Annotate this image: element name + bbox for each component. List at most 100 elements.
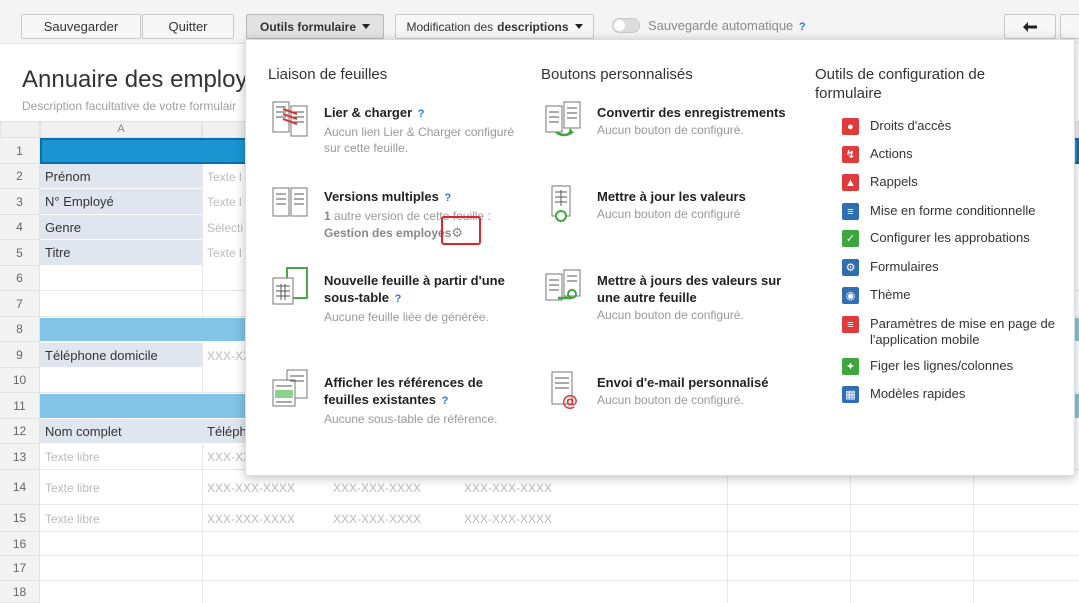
- reminders-link[interactable]: ▲ Rappels: [842, 174, 1062, 191]
- input-placeholder[interactable]: Texte l: [207, 246, 242, 260]
- item-subtitle: Aucun bouton de configuré.: [597, 123, 744, 137]
- row-number[interactable]: 11: [0, 393, 40, 419]
- convert-records-item[interactable]: Convertir des enregistrements Aucun bout…: [545, 101, 792, 138]
- section-heading-custom-buttons: Boutons personnalisés: [541, 66, 693, 83]
- save-label: Sauvegarder: [43, 19, 119, 34]
- help-icon[interactable]: ?: [445, 192, 452, 204]
- form-description[interactable]: Description facultative de votre formula…: [22, 99, 236, 113]
- config-label: Droits d'accès: [870, 118, 952, 133]
- column-header-telephone[interactable]: Téléph: [202, 419, 247, 444]
- theme-link[interactable]: ◉ Thème: [842, 287, 1062, 304]
- row-number[interactable]: 13: [0, 444, 40, 470]
- update-values-other-sheet-item[interactable]: Mettre à jours des valeurs sur une autre…: [545, 269, 792, 323]
- item-title: Envoi d'e-mail personnalisé: [597, 375, 769, 390]
- calculator-icon: ▦: [842, 386, 859, 403]
- row-number[interactable]: 2: [0, 164, 40, 189]
- row-number[interactable]: 8: [0, 317, 40, 342]
- cell-placeholder[interactable]: XXX-XXX-XXXX: [464, 481, 552, 495]
- show-references-item[interactable]: Afficher les références de feuilles exis…: [272, 369, 519, 427]
- field-label-titre[interactable]: Titre: [40, 240, 202, 266]
- column-header-a[interactable]: A: [40, 121, 202, 138]
- arrow-left-icon: [1023, 21, 1037, 32]
- row-number[interactable]: 12: [0, 419, 40, 444]
- cell-placeholder[interactable]: XXX-XXX-XXXX: [333, 481, 421, 495]
- custom-email-icon: @: [551, 371, 578, 410]
- field-label-prenom[interactable]: Prénom: [40, 164, 202, 189]
- custom-email-item[interactable]: @ Envoi d'e-mail personnalisé Aucun bout…: [551, 371, 792, 410]
- help-icon[interactable]: ?: [442, 395, 449, 407]
- quit-button[interactable]: Quitter: [142, 14, 234, 39]
- config-label: Paramètres de mise en page de l'applicat…: [870, 316, 1055, 347]
- edit-prefix-label: Modification des: [406, 19, 494, 34]
- help-icon[interactable]: ?: [418, 108, 425, 120]
- access-rights-link[interactable]: ● Droits d'accès: [842, 118, 1062, 135]
- approvals-link[interactable]: ✓ Configurer les approbations: [842, 230, 1062, 247]
- form-tools-menu-button[interactable]: Outils formulaire: [246, 14, 384, 39]
- autosave-text: Sauvegarde automatique: [648, 18, 794, 33]
- cell-placeholder[interactable]: XXX-XXX-XXXX: [207, 481, 295, 495]
- row-number[interactable]: 3: [0, 189, 40, 215]
- toolbar: Sauvegarder Quitter Outils formulaire Mo…: [0, 0, 1079, 44]
- config-label: Modèles rapides: [870, 386, 966, 401]
- actions-link[interactable]: ↯ Actions: [842, 146, 1062, 163]
- edit-descriptions-button[interactable]: Modification des descriptions: [395, 14, 594, 39]
- cell-placeholder[interactable]: Texte libre: [45, 450, 100, 464]
- row-number[interactable]: 4: [0, 215, 40, 240]
- section-heading-config-tools: Outils de configuration de formulaire: [815, 66, 986, 102]
- freeze-rows-columns-link[interactable]: ✦ Figer les lignes/colonnes: [842, 358, 1062, 375]
- form-title[interactable]: Annuaire des employé: [22, 66, 261, 94]
- cell-placeholder[interactable]: Texte libre: [45, 512, 100, 526]
- conditional-formatting-link[interactable]: ≡ Mise en forme conditionnelle: [842, 203, 1062, 220]
- corner-cell: [0, 121, 40, 138]
- config-label: Rappels: [870, 174, 918, 189]
- back-button[interactable]: [1004, 14, 1056, 39]
- select-placeholder[interactable]: Sélecti: [207, 221, 243, 235]
- quick-templates-link[interactable]: ▦ Modèles rapides: [842, 386, 1062, 403]
- cell-placeholder[interactable]: Texte libre: [45, 481, 100, 495]
- new-sheet-from-subtable-item[interactable]: Nouvelle feuille à partir d'une sous-tab…: [272, 267, 519, 325]
- cell-placeholder[interactable]: XXX-XXX-XXXX: [464, 512, 552, 526]
- link-and-load-item[interactable]: Lier & charger ? Aucun lien Lier & Charg…: [272, 101, 519, 156]
- row-number[interactable]: 16: [0, 532, 40, 556]
- config-label: Configurer les approbations: [870, 230, 1030, 245]
- input-placeholder[interactable]: Texte l: [207, 170, 242, 184]
- version-link[interactable]: Gestion des employés: [324, 226, 451, 240]
- cell-placeholder[interactable]: XXX-XXX-XXXX: [207, 512, 295, 526]
- item-title: Mettre à jour les valeurs: [597, 189, 746, 204]
- users-icon: ●: [842, 118, 859, 135]
- item-subtitle: Aucune feuille liée de générée.: [324, 310, 489, 324]
- row-number[interactable]: 18: [0, 581, 40, 603]
- row-number[interactable]: 10: [0, 368, 40, 393]
- row-number[interactable]: 7: [0, 291, 40, 317]
- help-icon[interactable]: ?: [395, 293, 402, 305]
- row-number[interactable]: 17: [0, 556, 40, 581]
- update-other-sheet-icon: [545, 269, 581, 301]
- convert-records-icon: [545, 101, 581, 137]
- bell-icon: ▲: [842, 174, 859, 191]
- autosave-help-icon[interactable]: ?: [799, 21, 806, 33]
- field-label-tel-domicile[interactable]: Téléphone domicile: [40, 343, 202, 368]
- row-number[interactable]: 15: [0, 505, 40, 532]
- mobile-layout-link[interactable]: ≡ Paramètres de mise en page de l'applica…: [842, 316, 1062, 348]
- update-values-item[interactable]: Mettre à jour les valeurs Aucun bouton d…: [551, 185, 792, 222]
- config-label: Figer les lignes/colonnes: [870, 358, 1014, 373]
- row-number[interactable]: 1: [0, 138, 40, 164]
- forms-link[interactable]: ⚙ Formulaires: [842, 259, 1062, 276]
- row-number[interactable]: 9: [0, 342, 40, 368]
- field-label-numero[interactable]: N° Employé: [40, 189, 202, 215]
- row-number[interactable]: 14: [0, 470, 40, 505]
- version-count: 1: [324, 209, 331, 223]
- cell-placeholder[interactable]: XXX-XXX-XXXX: [333, 512, 421, 526]
- item-subtitle: Aucun lien Lier & Charger configuré sur …: [324, 125, 515, 155]
- column-header-nom-complet[interactable]: Nom complet: [40, 419, 202, 444]
- input-placeholder[interactable]: Texte l: [207, 195, 242, 209]
- field-label-genre[interactable]: Genre: [40, 215, 202, 240]
- row-number[interactable]: 5: [0, 240, 40, 266]
- row-line: [40, 556, 1079, 581]
- row-number[interactable]: 6: [0, 266, 40, 291]
- config-label: Thème: [870, 287, 911, 302]
- multiple-versions-item[interactable]: Versions multiples ? 1 autre version de …: [272, 187, 519, 241]
- next-button[interactable]: [1060, 14, 1079, 39]
- save-button[interactable]: Sauvegarder: [21, 14, 141, 39]
- autosave-toggle[interactable]: [612, 18, 640, 33]
